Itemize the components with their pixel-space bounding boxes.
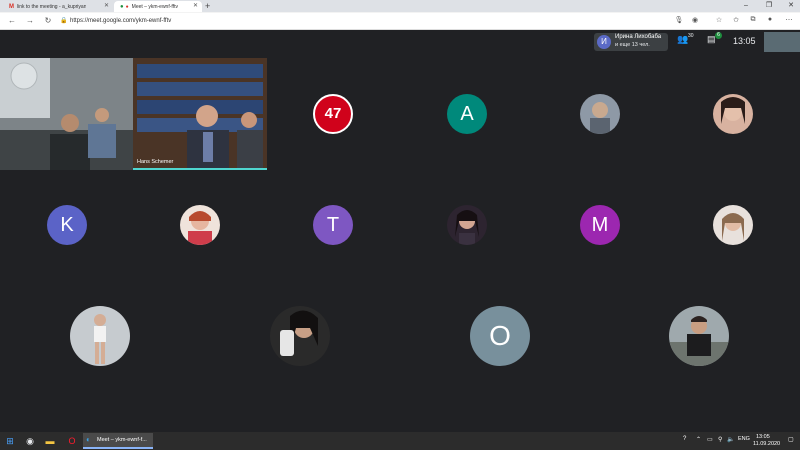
windows-start-icon[interactable]: ⊞ xyxy=(4,435,16,447)
meeting-clock: 13:05 xyxy=(733,36,756,46)
participant-avatar[interactable]: 47 xyxy=(313,94,353,134)
participant-grid: Hans Schemer 47 A K T M O xyxy=(0,58,800,398)
participant-avatar[interactable]: O xyxy=(470,306,530,366)
camera-icon[interactable]: ◉ xyxy=(689,16,701,24)
mic-icon[interactable]: 🎙 xyxy=(673,16,685,24)
navigation-bar: ← → ↻ 🔒 https://meet.google.com/ykm-ewnf… xyxy=(0,13,800,30)
participant-photo[interactable] xyxy=(713,94,753,134)
participant-photo[interactable] xyxy=(580,94,620,134)
taskbar-time[interactable]: 13:05 xyxy=(756,434,770,440)
tab-label: Meet – ykm-ewnf-fftv xyxy=(131,3,178,10)
participant-avatar[interactable]: K xyxy=(47,205,87,245)
participant-photo[interactable] xyxy=(447,205,487,245)
participant-photo[interactable] xyxy=(713,205,753,245)
lock-icon: 🔒 xyxy=(60,18,68,24)
participant-avatar[interactable]: M xyxy=(580,205,620,245)
language-indicator[interactable]: ENG xyxy=(738,436,750,442)
recording-icon: ● xyxy=(125,3,129,10)
video-feed xyxy=(0,58,133,170)
participant-avatar[interactable]: A xyxy=(447,94,487,134)
notifications-icon[interactable]: ▢ xyxy=(788,436,794,443)
url-text: https://meet.google.com/ykm-ewnf-fftv xyxy=(70,18,172,24)
participant-photo[interactable] xyxy=(70,306,130,366)
tab-meet[interactable]: ● ● Meet – ykm-ewnf-fftv ✕ xyxy=(114,1,202,12)
star-icon[interactable]: ☆ xyxy=(713,16,725,24)
chat-badge: 6 xyxy=(715,32,722,39)
gmail-icon: M xyxy=(9,3,14,10)
participant-tile-video[interactable]: Hans Schemer xyxy=(133,58,267,170)
forward-icon[interactable]: → xyxy=(24,16,36,25)
volume-icon[interactable]: 🔈 xyxy=(727,436,734,443)
favorites-icon[interactable]: ✩ xyxy=(730,16,742,24)
collections-icon[interactable]: ⧉ xyxy=(747,16,759,24)
reload-icon[interactable]: ↻ xyxy=(42,16,54,25)
meet-top-bar: И Ирина Лихобаба и еще 13 чел. 👥 30 ▤ 6 … xyxy=(0,30,800,55)
video-feed xyxy=(133,58,267,168)
taskbar-date[interactable]: 11.09.2020 xyxy=(753,441,780,447)
taskbar-app-label: Meet – ykm-ewnf-f... xyxy=(97,437,147,443)
help-icon[interactable]: ? xyxy=(683,436,686,442)
participant-avatar[interactable]: T xyxy=(313,205,353,245)
people-icon[interactable]: 👥 xyxy=(677,34,688,45)
back-icon[interactable]: ← xyxy=(6,16,18,25)
battery-icon[interactable]: ▭ xyxy=(707,436,713,443)
presenter-chip[interactable]: И Ирина Лихобаба и еще 13 чел. xyxy=(594,33,668,51)
participant-tile-video[interactable] xyxy=(0,58,133,170)
chrome-icon[interactable]: ◉ xyxy=(24,435,36,447)
participant-photo[interactable] xyxy=(180,205,220,245)
tray-up-icon[interactable]: ⌃ xyxy=(696,436,701,443)
taskbar-app-meet[interactable]: ◐ Meet – ykm-ewnf-f... xyxy=(83,433,153,449)
profile-icon[interactable]: ● xyxy=(764,16,776,23)
opera-icon[interactable]: O xyxy=(66,435,78,447)
file-explorer-icon[interactable]: ▬ xyxy=(44,435,56,447)
new-tab-button[interactable]: + xyxy=(205,1,210,11)
close-window-button[interactable]: ✕ xyxy=(783,0,799,12)
edge-icon: ◐ xyxy=(86,435,91,444)
participants-count: 30 xyxy=(688,33,694,39)
avatar: И xyxy=(597,35,611,49)
address-bar[interactable]: 🔒 https://meet.google.com/ykm-ewnf-fftv xyxy=(60,15,660,27)
presenter-others: и еще 13 чел. xyxy=(615,42,650,48)
meet-window: И Ирина Лихобаба и еще 13 чел. 👥 30 ▤ 6 … xyxy=(0,30,800,432)
presenter-name: Ирина Лихобаба xyxy=(615,34,662,40)
tab-strip: M link to the meeting - a_kupriyan ✕ ● ●… xyxy=(0,0,800,12)
close-icon[interactable]: ✕ xyxy=(104,2,109,9)
meet-icon: ● xyxy=(120,3,124,10)
participant-photo[interactable] xyxy=(669,306,729,366)
self-view-thumbnail[interactable] xyxy=(764,32,800,52)
minimize-button[interactable]: – xyxy=(738,0,754,12)
participant-name: Hans Schemer xyxy=(137,159,174,165)
maximize-button[interactable]: ❐ xyxy=(761,0,777,12)
tab-gmail[interactable]: M link to the meeting - a_kupriyan ✕ xyxy=(3,1,113,12)
tab-label: link to the meeting - a_kupriyan xyxy=(17,3,87,10)
menu-icon[interactable]: ⋯ xyxy=(783,16,795,24)
close-icon[interactable]: ✕ xyxy=(193,2,198,9)
participant-photo[interactable] xyxy=(270,306,330,366)
taskbar: ⊞ ◉ ▬ O ◐ Meet – ykm-ewnf-f... ? ⌃ ▭ ⚲ 🔈… xyxy=(0,432,800,450)
network-icon[interactable]: ⚲ xyxy=(718,436,722,443)
browser-chrome: M link to the meeting - a_kupriyan ✕ ● ●… xyxy=(0,0,800,30)
